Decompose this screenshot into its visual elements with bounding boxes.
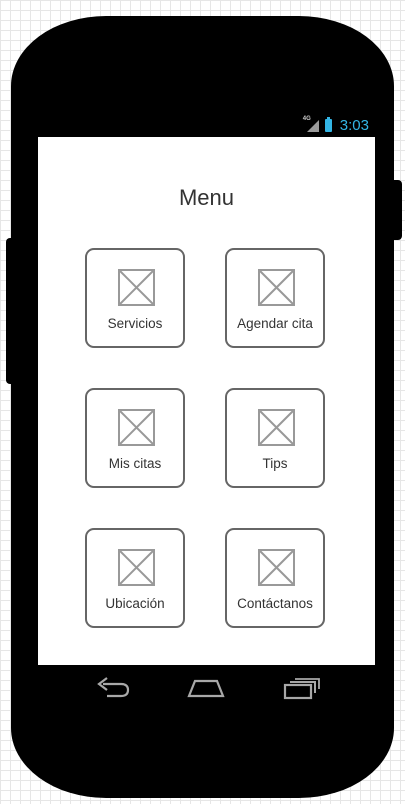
menu-tile-agendar-cita[interactable]: Agendar cita [225, 248, 325, 348]
signal-icon: 4G [303, 116, 319, 132]
menu-tile-ubicacion[interactable]: Ubicación [85, 528, 185, 628]
recent-apps-icon[interactable] [283, 677, 321, 701]
menu-tile-label: Agendar cita [237, 316, 313, 331]
menu-tile-label: Mis citas [108, 456, 162, 471]
status-bar: 4G 3:03 [38, 114, 374, 136]
image-placeholder-icon [118, 549, 155, 586]
app-screen: Menu Servicios Agendar cita Mis citas Ti… [38, 137, 375, 665]
status-time: 3:03 [339, 116, 369, 134]
menu-tile-label: Servicios [107, 316, 163, 331]
page-title: Menu [178, 185, 235, 210]
menu-tile-label: Ubicación [105, 596, 165, 611]
image-placeholder-icon [118, 409, 155, 446]
image-placeholder-icon [258, 409, 295, 446]
menu-tile-servicios[interactable]: Servicios [85, 248, 185, 348]
menu-tile-label: Contáctanos [237, 596, 313, 611]
back-icon[interactable] [94, 675, 132, 703]
image-placeholder-icon [118, 269, 155, 306]
menu-tile-label: Tips [262, 456, 288, 471]
battery-icon [324, 116, 332, 132]
home-icon[interactable] [187, 677, 225, 699]
image-placeholder-icon [258, 549, 295, 586]
menu-tile-tips[interactable]: Tips [225, 388, 325, 488]
menu-tile-contactanos[interactable]: Contáctanos [225, 528, 325, 628]
menu-tile-mis-citas[interactable]: Mis citas [85, 388, 185, 488]
image-placeholder-icon [258, 269, 295, 306]
